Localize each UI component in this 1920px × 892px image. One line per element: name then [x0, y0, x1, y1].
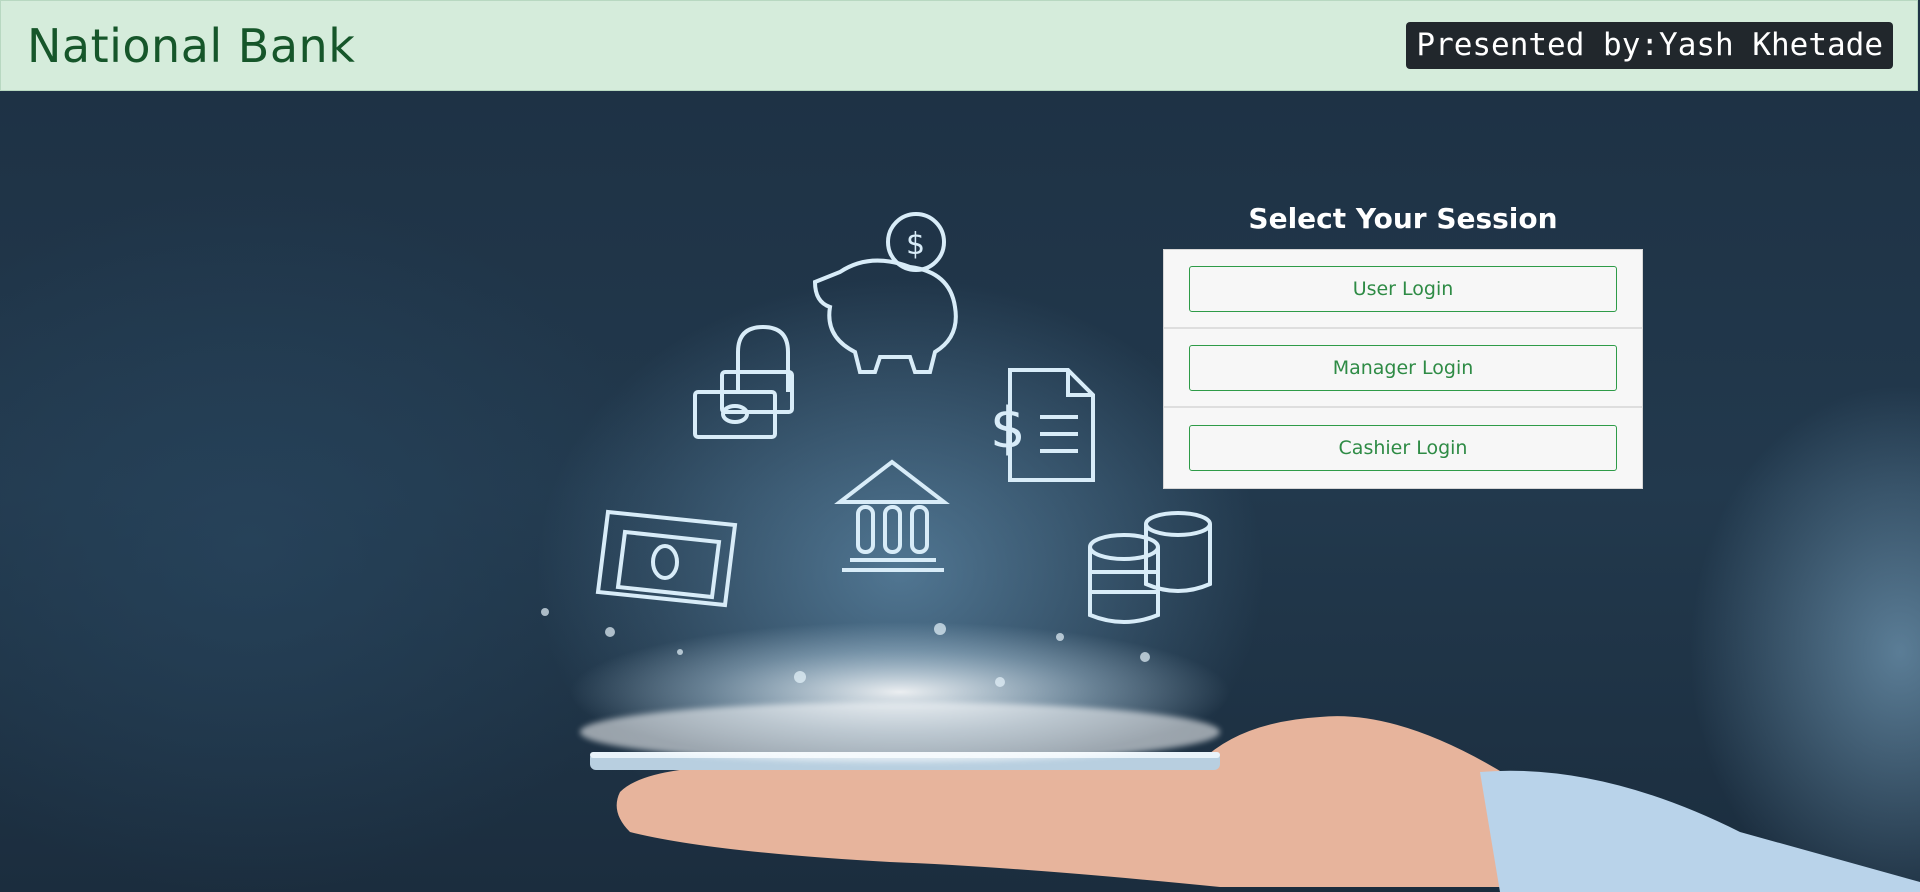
hero-banner: $ $ Select Your Session User Login Manag…	[0, 92, 1920, 892]
cashier-login-button[interactable]: Cashier Login	[1189, 425, 1617, 471]
lock-cash-icon	[693, 324, 794, 439]
banknote-icon	[595, 509, 738, 608]
page: National Bank Presented by:Yash Khetade …	[0, 0, 1920, 892]
user-login-button[interactable]: User Login	[1189, 265, 1617, 312]
session-row-manager: Manager Login	[1164, 329, 1642, 408]
svg-text:$: $	[990, 396, 1026, 461]
session-row-cashier: Cashier Login	[1164, 408, 1642, 488]
session-row-user: User Login	[1164, 250, 1642, 329]
manager-login-button[interactable]: Manager Login	[1189, 344, 1617, 391]
top-header: National Bank Presented by:Yash Khetade	[0, 0, 1918, 91]
bank-building-icon	[834, 459, 950, 572]
svg-text:$: $	[906, 227, 925, 262]
brand-title: National Bank	[27, 18, 356, 73]
piggy-bank-icon: $	[812, 212, 958, 374]
presenter-badge: Presented by:Yash Khetade	[1406, 22, 1893, 69]
coins-icon	[1088, 511, 1212, 624]
hand-phone-icon	[580, 702, 1920, 892]
session-title: Select Your Session	[1248, 202, 1558, 235]
session-panel: User Login Manager Login Cashier Login	[1163, 249, 1643, 489]
invoice-icon: $	[990, 368, 1095, 482]
